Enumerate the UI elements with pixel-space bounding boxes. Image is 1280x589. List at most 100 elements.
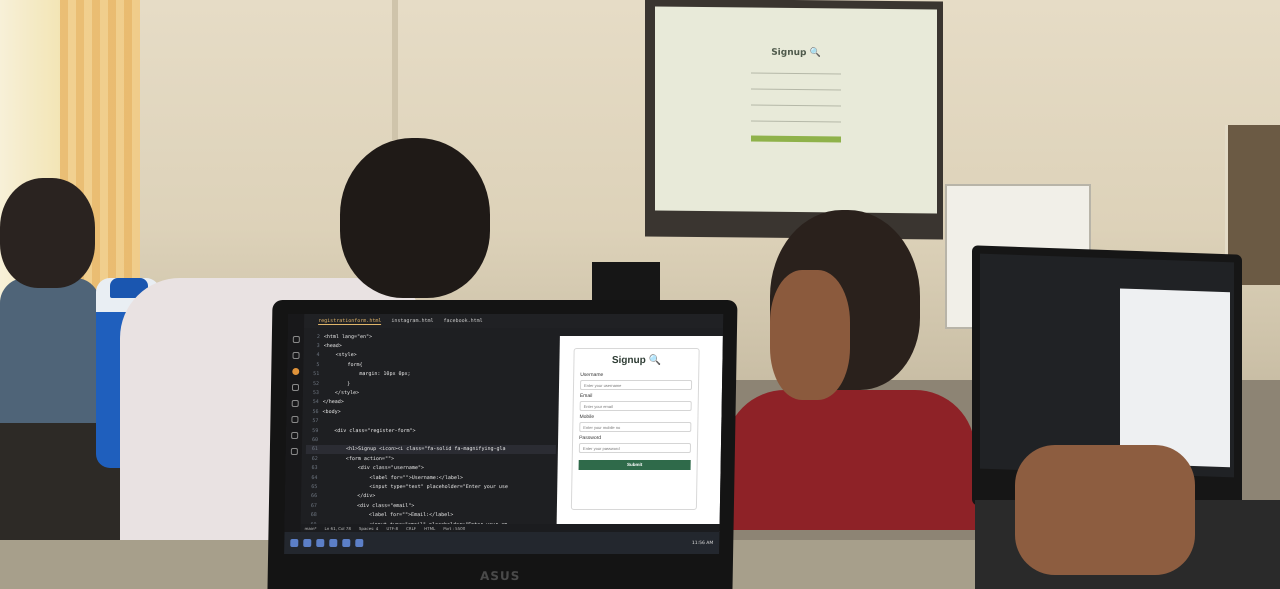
monitor-back <box>592 262 660 302</box>
code-line[interactable]: 4 <style> <box>307 351 557 360</box>
code-line[interactable]: 57 <box>306 417 556 426</box>
line-number: 4 <box>316 352 320 359</box>
laptop-screen: registrationform.html instagram.html fac… <box>284 314 724 554</box>
settings-gear-icon[interactable] <box>290 448 298 455</box>
projected-field <box>751 67 841 75</box>
live-preview: Signup 🔍 Username Enter your username Em… <box>556 336 723 532</box>
code-line[interactable]: 2 <html lang="en"> <box>308 332 558 341</box>
right-laptop-preview <box>1120 288 1230 468</box>
code-line[interactable]: 66 </div> <box>305 492 555 501</box>
wall-pipe <box>392 0 398 140</box>
run-debug-icon[interactable] <box>291 384 299 391</box>
code-text: <body> <box>322 408 341 415</box>
student-center-head <box>340 138 490 298</box>
account-icon[interactable] <box>290 432 298 439</box>
code-line[interactable]: 60 <box>306 435 556 444</box>
code-line[interactable]: 53 </style> <box>307 388 557 397</box>
status-language[interactable]: HTML <box>424 526 435 531</box>
signup-title: Signup 🔍 <box>611 355 662 366</box>
signup-form: Signup 🔍 Username Enter your username Em… <box>570 348 700 510</box>
code-line[interactable]: 64 <label for="">Username:</label> <box>305 473 555 482</box>
submit-button[interactable]: Submit <box>578 460 691 470</box>
status-position[interactable]: Ln 61, Col 78 <box>324 526 350 531</box>
student-left-head <box>0 178 95 288</box>
projected-submit-button <box>751 135 841 143</box>
code-line[interactable]: 63 <div class="username"> <box>306 463 556 472</box>
code-editor[interactable]: 2 <html lang="en"> 3 <head> 4 <style> 5 form{… <box>304 332 558 546</box>
search-taskbar-icon[interactable] <box>303 539 312 547</box>
explorer-icon[interactable] <box>292 336 300 343</box>
code-line[interactable]: 51 margin: 10px 0px; <box>307 370 557 379</box>
line-number: 66 <box>311 493 318 500</box>
chrome-icon[interactable] <box>355 539 364 547</box>
browser-icon[interactable] <box>316 539 325 547</box>
line-number: 5 <box>316 361 320 368</box>
projected-field <box>751 83 841 91</box>
code-text: <label for="">Email:</label> <box>320 512 454 519</box>
code-text: <label for="">Username:</label> <box>321 474 463 481</box>
line-number: 61 <box>311 446 318 453</box>
code-line[interactable]: 56 <body> <box>306 407 556 416</box>
email-input[interactable]: Enter your email <box>579 401 692 411</box>
status-bar: main* Ln 61, Col 78 Spaces: 4 UTF-8 CRLF… <box>300 524 720 532</box>
tab-instagram[interactable]: instagram.html <box>391 318 433 324</box>
tab-facebook[interactable]: facebook.html <box>443 318 482 324</box>
tab-registrationform[interactable]: registrationform.html <box>318 317 382 325</box>
mobile-input[interactable]: Enter your mobile no <box>579 422 692 432</box>
line-number: 68 <box>310 512 317 519</box>
code-line[interactable]: 62 <form action=""> <box>306 454 556 463</box>
code-line[interactable]: 61 <h1>Signup <icon><i class="fa-solid f… <box>305 444 556 455</box>
code-text: <html lang="en"> <box>323 333 373 340</box>
username-input[interactable]: Enter your username <box>579 380 693 390</box>
status-port[interactable]: Port : 5500 <box>443 526 465 531</box>
code-line[interactable]: 67 <div class="email"> <box>305 501 555 510</box>
code-text: <h1>Signup <icon><i class="fa-solid fa-m… <box>321 446 506 453</box>
line-number: 67 <box>310 502 317 509</box>
line-number: 60 <box>311 436 319 443</box>
code-text: <div class="register-form"> <box>322 427 416 434</box>
source-control-icon[interactable] <box>291 368 299 375</box>
line-number: 3 <box>316 343 320 350</box>
status-encoding[interactable]: UTF-8 <box>386 526 398 531</box>
line-number: 63 <box>311 465 318 472</box>
code-line[interactable]: 54 </head> <box>307 398 557 407</box>
code-line[interactable]: 65 <input type="text" placeholder="Enter… <box>305 482 555 491</box>
code-line[interactable]: 68 <label for="">Email:</label> <box>305 510 555 519</box>
taskbar-clock[interactable]: 11:56 AM <box>692 541 713 546</box>
status-spaces[interactable]: Spaces: 4 <box>359 526 379 531</box>
code-text: </style> <box>322 390 360 397</box>
hand <box>1015 445 1195 575</box>
right-laptop-screen <box>980 253 1234 478</box>
status-eol[interactable]: CRLF <box>406 526 416 531</box>
line-number: 51 <box>313 371 320 378</box>
email-label: Email <box>579 393 593 399</box>
status-branch[interactable]: main* <box>304 526 316 531</box>
line-number: 64 <box>311 474 318 481</box>
vscode-icon[interactable] <box>342 539 351 547</box>
code-line[interactable]: 3 <head> <box>308 341 558 350</box>
folder-icon[interactable] <box>329 539 338 547</box>
code-line[interactable]: 59 <div class="register-form"> <box>306 426 556 435</box>
line-number: 65 <box>311 483 318 490</box>
code-text: } <box>323 380 351 387</box>
line-number: 2 <box>316 333 320 340</box>
code-text: </div> <box>321 493 376 500</box>
password-label: Password <box>579 435 602 441</box>
username-label: Username <box>580 372 604 378</box>
search-icon[interactable] <box>291 352 300 359</box>
code-text: <input type="text" placeholder="Enter yo… <box>321 483 508 490</box>
student-right-face <box>770 270 850 400</box>
line-number: 62 <box>311 455 318 462</box>
remote-icon[interactable] <box>290 416 298 423</box>
code-line[interactable]: 52 } <box>307 379 557 388</box>
code-text: form{ <box>323 361 363 368</box>
line-number: 53 <box>312 390 319 397</box>
password-input[interactable]: Enter your password <box>578 443 692 453</box>
projected-field <box>751 99 841 107</box>
extensions-icon[interactable] <box>291 400 299 407</box>
line-number: 56 <box>312 408 319 415</box>
code-text: <style> <box>323 352 357 359</box>
start-icon[interactable] <box>290 539 299 547</box>
code-line[interactable]: 5 form{ <box>307 360 557 369</box>
mobile-label: Mobile <box>579 414 595 420</box>
